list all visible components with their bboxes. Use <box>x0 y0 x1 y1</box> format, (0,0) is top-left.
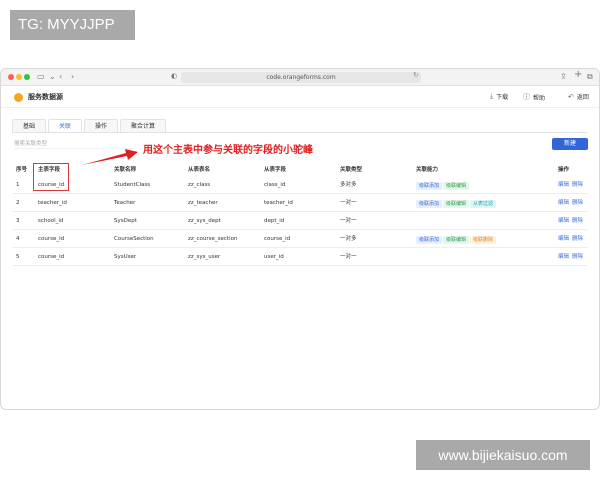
watermark-top: TG: MYYJJPP <box>10 10 135 40</box>
table-row: 5 course_id SysUser zz_sys_user user_id 一对一 编辑… <box>12 248 588 266</box>
capability-tag: 级联编辑 <box>443 182 470 190</box>
capability-tag: 级联添加 <box>416 182 443 190</box>
cell-main-field: course_id <box>38 254 65 260</box>
col-header-slave-table: 从表表名 <box>188 167 211 173</box>
cell-type: 一对一 <box>340 200 357 206</box>
cell-slave-table: zz_course_section <box>188 236 238 242</box>
cell-type: 一对多 <box>340 236 357 242</box>
delete-button[interactable]: 删除 <box>572 198 583 208</box>
cell-type: 一对一 <box>340 254 357 260</box>
delete-button[interactable]: 删除 <box>572 216 583 226</box>
col-header-no: 序号 <box>16 167 28 173</box>
cell-slave-field: course_id <box>264 236 291 242</box>
capability-tag: 级联添加 <box>416 200 443 208</box>
cell-slave-table: zz_sys_user <box>188 254 221 260</box>
tab-basic[interactable]: 基础 <box>12 119 47 133</box>
cell-no: 5 <box>16 254 20 260</box>
delete-button[interactable]: 删除 <box>572 180 583 190</box>
cell-name: CourseSection <box>114 236 154 242</box>
cell-main-field: teacher_id <box>38 200 67 206</box>
cell-name: SysUser <box>114 254 137 260</box>
annotation-text: 用这个主表中参与关联的字段的小驼峰 <box>143 145 313 156</box>
capability-tag: 级联添加 <box>416 236 443 244</box>
edit-button[interactable]: 编辑 <box>558 180 569 190</box>
cell-slave-field: teacher_id <box>264 200 293 206</box>
tab-aggregate[interactable]: 聚合计算 <box>120 119 167 133</box>
highlight-box <box>33 163 69 191</box>
cell-name: Teacher <box>114 200 136 206</box>
col-header-slave-field: 从表字段 <box>264 167 287 173</box>
col-header-type: 关联类型 <box>340 167 363 173</box>
delete-button[interactable]: 删除 <box>572 234 583 244</box>
cell-slave-field: user_id <box>264 254 284 260</box>
cell-type: 多对多 <box>340 182 357 188</box>
edit-button[interactable]: 编辑 <box>558 198 569 208</box>
tab-bar: 基础 关联 操作 聚合计算 <box>12 119 168 133</box>
edit-button[interactable]: 编辑 <box>558 216 569 226</box>
table-header: 序号 主表字段 关联名称 从表表名 从表字段 关联类型 关联能力 操作 <box>12 165 588 175</box>
cell-slave-table: zz_class <box>188 182 211 188</box>
col-header-capability: 关联能力 <box>416 167 439 173</box>
tab-relation[interactable]: 关联 <box>48 119 83 133</box>
cell-slave-table: zz_teacher <box>188 200 218 206</box>
cell-name: StudentClass <box>114 182 151 188</box>
col-header-name: 关联名称 <box>114 167 137 173</box>
table-row: 4 course_id CourseSection zz_course_section… <box>12 230 588 248</box>
cell-type: 一对一 <box>340 218 357 224</box>
cell-no: 1 <box>16 182 20 188</box>
col-header-actions: 操作 <box>558 167 570 173</box>
capability-tag: 级联编辑 <box>443 236 470 244</box>
app-content: 基础 关联 操作 聚合计算 搜索关联类型 新建 用这个主表中参与关联的字段的小驼… <box>0 68 600 410</box>
new-button[interactable]: 新建 <box>552 138 588 150</box>
cell-name: SysDept <box>114 218 137 224</box>
tab-operation[interactable]: 操作 <box>84 119 119 133</box>
table-row: 3 school_id SysDept zz_sys_dept dept_id 一对一 编辑… <box>12 212 588 230</box>
cell-no: 3 <box>16 218 20 224</box>
cell-slave-field: class_id <box>264 182 286 188</box>
table-row: 2 teacher_id Teacher zz_teacher teacher_id 一对… <box>12 194 588 212</box>
capability-tag: 级联删除 <box>470 236 497 244</box>
edit-button[interactable]: 编辑 <box>558 234 569 244</box>
edit-button[interactable]: 编辑 <box>558 252 569 262</box>
capability-tag: 级联编辑 <box>443 200 470 208</box>
cell-slave-table: zz_sys_dept <box>188 218 221 224</box>
cell-main-field: course_id <box>38 236 65 242</box>
table-row: 1 course_id StudentClass zz_class class_id 多对… <box>12 176 588 194</box>
capability-tag: 从表过滤 <box>470 200 497 208</box>
screenshot-root: TG: MYYJJPP ▭ ⌄ ‹ › ◐ code.orangeforms.c… <box>0 0 600 480</box>
tab-divider <box>12 132 588 133</box>
cell-slave-field: dept_id <box>264 218 285 224</box>
delete-button[interactable]: 删除 <box>572 252 583 262</box>
cell-main-field: school_id <box>38 218 64 224</box>
cell-no: 2 <box>16 200 20 206</box>
watermark-bottom: www.bijiekaisuo.com <box>416 440 590 470</box>
cell-no: 4 <box>16 236 20 242</box>
